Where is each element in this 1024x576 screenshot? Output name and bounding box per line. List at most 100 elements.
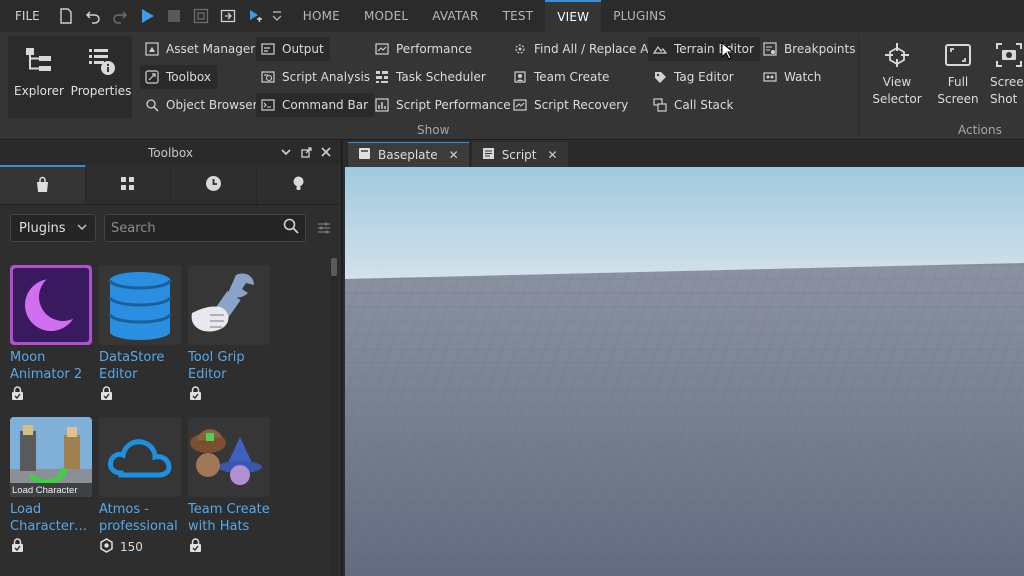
- script-tab-label: Script: [501, 147, 537, 162]
- output-button[interactable]: Output: [256, 37, 330, 61]
- list-item[interactable]: Team Create with Hats: [188, 417, 272, 556]
- performance-button[interactable]: Performance: [370, 37, 478, 61]
- shopping-bag-icon: [34, 176, 51, 196]
- view-selector-button[interactable]: View Selector: [872, 38, 922, 108]
- list-item[interactable]: Load Character Load Character…: [10, 417, 94, 556]
- plugin-name[interactable]: Moon Animator 2: [10, 349, 94, 383]
- properties-button[interactable]: Properties: [70, 36, 132, 118]
- tab-inventory[interactable]: [86, 165, 171, 204]
- script-analysis-button[interactable]: Script Analysis: [256, 65, 376, 89]
- search-icon[interactable]: [283, 218, 299, 238]
- command-bar-button[interactable]: Command Bar: [256, 93, 375, 117]
- chevron-down-icon[interactable]: [279, 145, 293, 159]
- verified-lock-icon: [10, 386, 25, 404]
- chevron-down-icon: [77, 221, 87, 236]
- tag-editor-icon: [652, 69, 668, 85]
- toolbox-icon: [144, 69, 160, 85]
- publish-icon[interactable]: [242, 0, 269, 32]
- scrollbar-track[interactable]: [330, 258, 338, 576]
- screenshot-button[interactable]: Screen Shot: [990, 38, 1024, 108]
- list-item[interactable]: Moon Animator 2: [10, 265, 94, 404]
- plugin-name[interactable]: DataStore Editor: [99, 349, 183, 383]
- toolbox-tabs: [0, 165, 341, 205]
- watch-icon: [762, 69, 778, 85]
- tab-plugins[interactable]: PLUGINS: [601, 0, 678, 32]
- tab-home[interactable]: HOME: [291, 0, 352, 32]
- script-recovery-button[interactable]: Script Recovery: [508, 93, 634, 117]
- script-performance-button[interactable]: Script Performance: [370, 93, 517, 117]
- screenshot-label-2: Shot: [990, 92, 1018, 106]
- verified-lock-icon: [188, 538, 203, 556]
- tab-creations[interactable]: [257, 165, 342, 204]
- full-screen-button[interactable]: Full Screen: [935, 38, 981, 108]
- search-input[interactable]: Search: [104, 214, 306, 242]
- properties-label: Properties: [70, 84, 132, 98]
- plugin-name[interactable]: Atmos - professional: [99, 501, 183, 535]
- toolbox-button[interactable]: Toolbox: [140, 65, 217, 89]
- moon-animator-thumbnail: [10, 265, 92, 345]
- list-item[interactable]: Atmos - professional 150: [99, 417, 183, 556]
- watch-button[interactable]: Watch: [758, 65, 827, 89]
- call-stack-label: Call Stack: [674, 98, 734, 112]
- category-value: Plugins: [19, 220, 66, 236]
- tag-editor-button[interactable]: Tag Editor: [648, 65, 740, 89]
- terrain-editor-button[interactable]: Terrain Editor: [648, 37, 760, 61]
- find-all-button[interactable]: Find All / Replace All: [508, 37, 661, 61]
- explorer-label: Explorer: [14, 84, 64, 98]
- list-item[interactable]: DataStore Editor: [99, 265, 183, 404]
- asset-manager-button[interactable]: Asset Manager: [140, 37, 261, 61]
- explorer-button[interactable]: Explorer: [8, 36, 70, 118]
- plugin-meta: [10, 386, 94, 404]
- list-item[interactable]: Tool Grip Editor: [188, 265, 272, 404]
- tab-view[interactable]: VIEW: [545, 0, 602, 32]
- customize-chevron-icon[interactable]: [269, 0, 285, 32]
- plugin-name[interactable]: Load Character…: [10, 501, 94, 535]
- watch-label: Watch: [784, 70, 822, 84]
- script-icon: [482, 147, 495, 163]
- tab-baseplate[interactable]: Baseplate ✕: [348, 142, 469, 167]
- plugin-name[interactable]: Tool Grip Editor: [188, 349, 272, 383]
- tab-marketplace[interactable]: [0, 165, 86, 204]
- stop-icon[interactable]: [161, 0, 188, 32]
- undo-icon[interactable]: [80, 0, 107, 32]
- scrollbar-thumb[interactable]: [331, 258, 337, 276]
- plugin-name[interactable]: Team Create with Hats: [188, 501, 272, 535]
- file-menu[interactable]: FILE: [0, 9, 53, 23]
- undock-icon[interactable]: [299, 145, 313, 159]
- redo-icon[interactable]: [107, 0, 134, 32]
- tab-recent[interactable]: [171, 165, 257, 204]
- plugin-meta: [188, 538, 272, 556]
- script-analysis-label: Script Analysis: [282, 70, 371, 84]
- close-icon[interactable]: ✕: [548, 148, 558, 162]
- tab-test[interactable]: TEST: [491, 0, 546, 32]
- group-icon[interactable]: [188, 0, 215, 32]
- play-icon[interactable]: [134, 0, 161, 32]
- plugin-meta: [188, 386, 272, 404]
- import-icon[interactable]: [215, 0, 242, 32]
- tab-avatar[interactable]: AVATAR: [420, 0, 490, 32]
- new-file-icon[interactable]: [53, 0, 80, 32]
- close-icon[interactable]: ✕: [449, 148, 459, 162]
- tool-grip-editor-thumbnail: [188, 265, 270, 345]
- close-icon[interactable]: [319, 145, 333, 159]
- filter-icon[interactable]: [314, 214, 334, 242]
- 3d-viewport[interactable]: [345, 167, 1024, 576]
- full-screen-label-2: Screen: [937, 92, 979, 106]
- script-recovery-icon: [512, 97, 528, 113]
- team-create-label: Team Create: [534, 70, 610, 84]
- grid-icon: [119, 175, 136, 195]
- baseplate-icon: [358, 147, 371, 163]
- verified-lock-icon: [188, 386, 203, 404]
- task-scheduler-button[interactable]: Task Scheduler: [370, 65, 492, 89]
- full-screen-label-1: Full: [947, 75, 969, 89]
- breakpoints-icon: [762, 41, 778, 57]
- category-dropdown[interactable]: Plugins: [10, 214, 96, 242]
- team-create-button[interactable]: Team Create: [508, 65, 615, 89]
- breakpoints-button[interactable]: Breakpoints: [758, 37, 861, 61]
- tab-model[interactable]: MODEL: [352, 0, 420, 32]
- tab-script[interactable]: Script ✕: [471, 142, 568, 167]
- call-stack-button[interactable]: Call Stack: [648, 93, 739, 117]
- object-browser-button[interactable]: Object Browser: [140, 93, 264, 117]
- terrain-editor-label: Terrain Editor: [674, 42, 754, 56]
- view-selector-label-2: Selector: [872, 92, 922, 106]
